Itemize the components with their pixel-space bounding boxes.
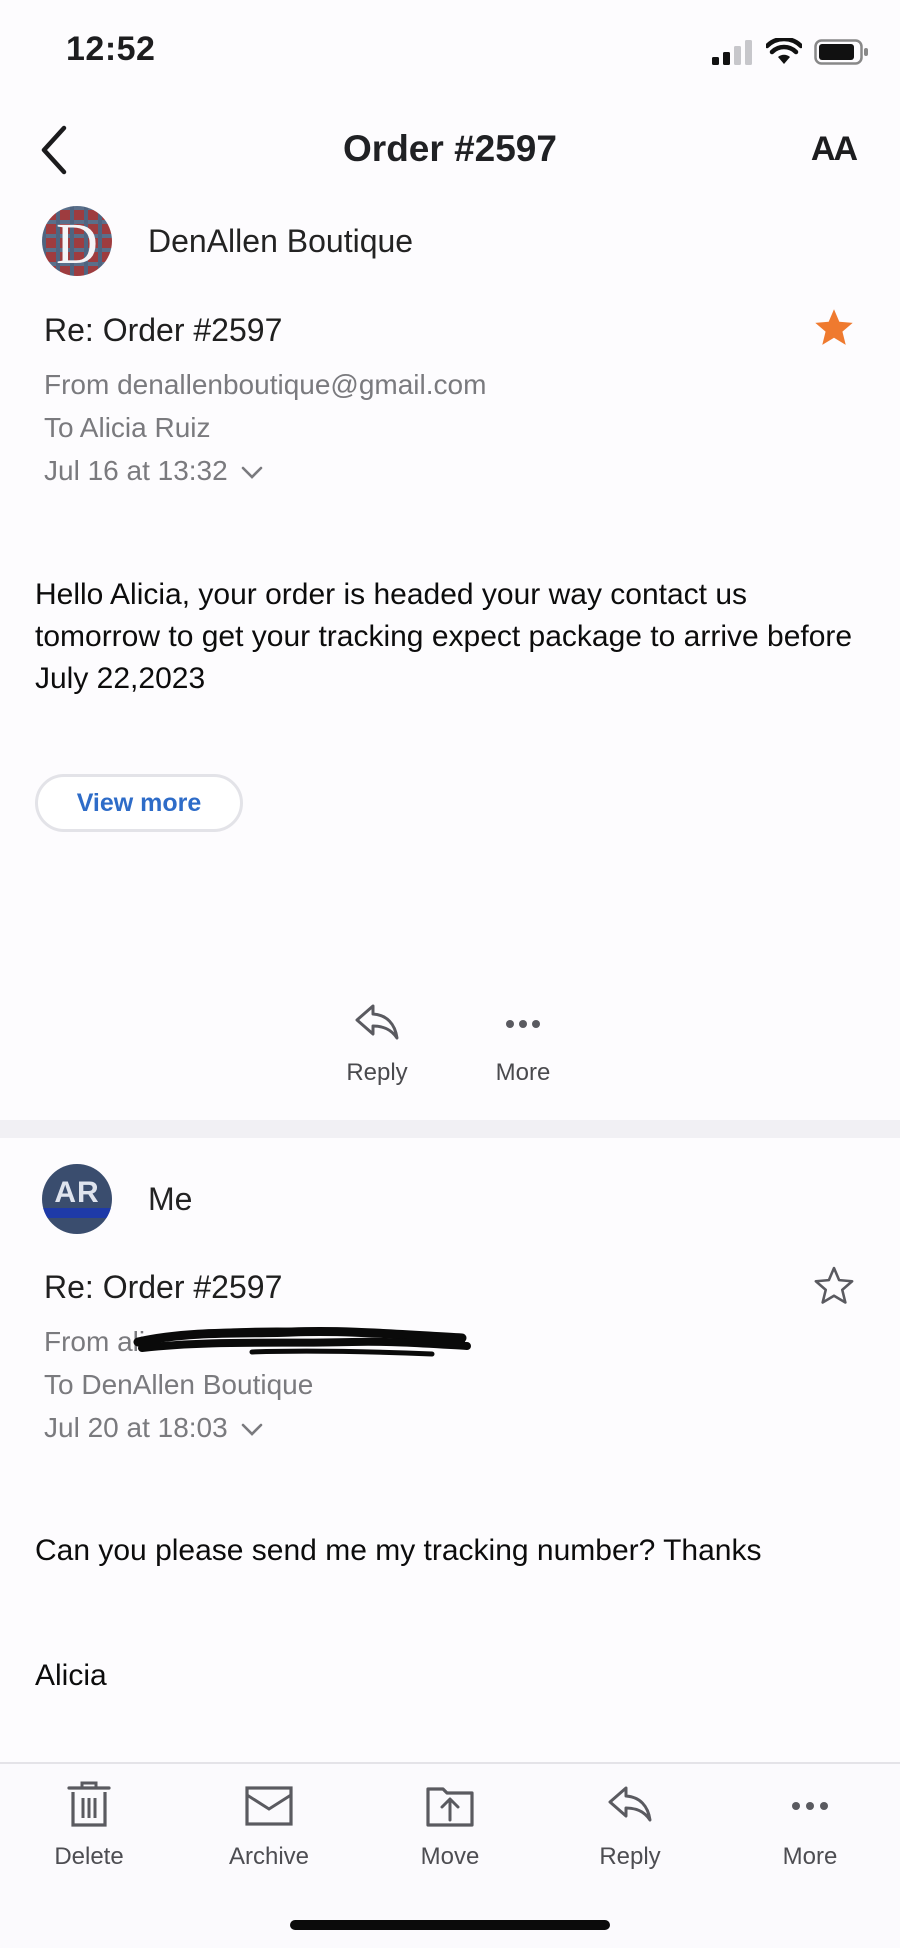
avatar-letters: AR [54, 1176, 100, 1209]
from-address: From ali [44, 1320, 471, 1363]
message-signature: Alicia [35, 1659, 107, 1692]
status-icons [710, 38, 870, 66]
message-subject: Re: Order #2597 [44, 1269, 283, 1305]
star-outline-icon[interactable] [812, 1264, 856, 1308]
inline-more-button[interactable]: More [482, 1002, 564, 1087]
move-button[interactable]: Move [390, 1780, 510, 1871]
from-address: From denallenboutique@gmail.com [44, 369, 487, 400]
delete-button[interactable]: Delete [29, 1780, 149, 1871]
archive-button[interactable]: Archive [209, 1780, 329, 1871]
avatar: AR [42, 1164, 112, 1234]
wifi-icon [766, 38, 802, 64]
message-body: Hello Alicia, your order is headed your … [35, 578, 853, 695]
home-indicator[interactable] [290, 1920, 610, 1930]
inline-reply-label: Reply [346, 1059, 408, 1086]
inline-more-label: More [495, 1059, 551, 1086]
more-dots-icon [792, 1802, 828, 1810]
from-address-text: From ali [44, 1326, 146, 1357]
archive-icon [245, 1786, 293, 1826]
message-divider [0, 1120, 900, 1138]
date-text: Jul 20 at 18:03 [44, 1412, 228, 1443]
message-meta: From denallenboutique@gmail.com To Alici… [44, 363, 486, 492]
inline-reply-button[interactable]: Reply [336, 1002, 418, 1087]
sender-name[interactable]: DenAllen Boutique [148, 223, 413, 260]
view-more-button[interactable]: View more [35, 774, 243, 832]
avatar: D [42, 206, 112, 276]
trash-icon [67, 1781, 111, 1827]
avatar-letter: D [56, 211, 98, 276]
more-label: More [782, 1843, 838, 1870]
reply-icon [608, 1786, 652, 1822]
reply-label: Reply [599, 1843, 661, 1870]
sender-name[interactable]: Me [148, 1181, 192, 1218]
date-text: Jul 16 at 13:32 [44, 455, 228, 486]
page-title: Order #2597 [343, 128, 557, 169]
status-time: 12:52 [66, 30, 156, 68]
more-dots-icon [506, 1020, 540, 1028]
reply-button[interactable]: Reply [570, 1780, 690, 1871]
to-address: To DenAllen Boutique [44, 1369, 314, 1400]
star-filled-icon[interactable] [812, 306, 856, 350]
message-body: Can you please send me my tracking numbe… [35, 1534, 762, 1567]
redaction-scribble [133, 1326, 471, 1357]
delete-label: Delete [54, 1843, 124, 1870]
reply-icon [355, 1004, 399, 1040]
cellular-signal-icon [712, 40, 752, 65]
more-button[interactable]: More [750, 1780, 870, 1871]
chevron-down-icon [242, 466, 263, 479]
to-address: To Alicia Ruiz [44, 412, 211, 443]
message-date[interactable]: Jul 16 at 13:32 [44, 449, 486, 492]
archive-label: Archive [228, 1843, 310, 1870]
battery-icon [814, 39, 868, 65]
chevron-down-icon [242, 1423, 263, 1436]
message-date[interactable]: Jul 20 at 18:03 [44, 1406, 313, 1449]
move-folder-icon [426, 1787, 474, 1827]
message-meta: From ali To DenAllen Boutique Jul 20 at … [44, 1320, 471, 1449]
move-label: Move [420, 1843, 480, 1870]
text-size-button[interactable]: AA [811, 130, 858, 169]
message-subject: Re: Order #2597 [44, 312, 283, 348]
